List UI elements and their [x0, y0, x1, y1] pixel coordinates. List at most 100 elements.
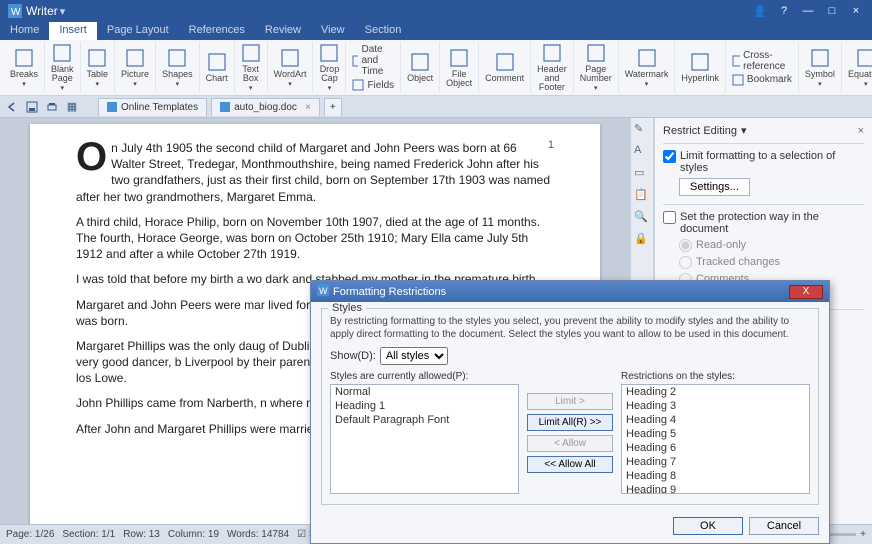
ribbon-bookmark[interactable]: Bookmark: [732, 73, 792, 87]
set-protection-checkbox[interactable]: Set the protection way in the document: [663, 211, 864, 235]
menu-tab-references[interactable]: References: [179, 22, 255, 40]
side-select-icon[interactable]: ▭: [634, 166, 650, 182]
menu-tab-insert[interactable]: Insert: [49, 22, 97, 40]
ribbon-icon: [207, 52, 227, 72]
ribbon-cross-reference[interactable]: Cross-reference: [732, 49, 792, 73]
list-item[interactable]: Heading 1: [331, 399, 518, 413]
list-item[interactable]: Heading 5: [622, 427, 809, 441]
show-label: Show(D):: [330, 350, 376, 362]
list-item[interactable]: Heading 2: [622, 385, 809, 399]
show-dropdown[interactable]: All styles: [380, 347, 448, 365]
side-clipboard-icon[interactable]: 📋: [634, 188, 650, 204]
ribbon-picture[interactable]: Picture ▾: [115, 42, 156, 93]
dialog-close-button[interactable]: X: [789, 285, 823, 299]
ribbon-table[interactable]: Table ▾: [81, 42, 116, 93]
page-number: 1: [548, 138, 554, 153]
window-minimize[interactable]: —: [796, 5, 820, 17]
user-icon[interactable]: 👤: [748, 5, 772, 18]
side-style-icon[interactable]: ✎: [634, 122, 650, 138]
status-section: Section: 1/1: [62, 529, 115, 540]
settings-button[interactable]: Settings...: [679, 178, 750, 196]
status-col: Column: 19: [168, 529, 219, 540]
ribbon-hyperlink[interactable]: Hyperlink: [675, 42, 726, 93]
app-dropdown-icon[interactable]: ▾: [60, 5, 66, 18]
ok-button[interactable]: OK: [673, 517, 743, 535]
ribbon-breaks[interactable]: Breaks ▾: [4, 42, 45, 93]
list-item[interactable]: Heading 4: [622, 413, 809, 427]
ribbon-blank[interactable]: BlankPage ▾: [45, 42, 81, 93]
ribbon-icon: [410, 52, 430, 72]
ribbon-object[interactable]: Object: [401, 42, 440, 93]
ribbon-chart[interactable]: Chart: [200, 42, 235, 93]
menu-tab-view[interactable]: View: [311, 22, 355, 40]
allow-all-button[interactable]: << Allow All: [527, 456, 613, 473]
menu-tab-section[interactable]: Section: [355, 22, 412, 40]
close-tab-icon[interactable]: ×: [305, 102, 311, 113]
status-row: Row: 13: [123, 529, 160, 540]
paragraph[interactable]: On July 4th 1905 the second child of Mar…: [76, 140, 554, 205]
ribbon-text-box[interactable]: Text Box ▾: [235, 42, 268, 93]
ribbon-small-group: Cross-referenceBookmark: [726, 42, 799, 93]
list-item[interactable]: Heading 8: [622, 469, 809, 483]
panel-close-icon[interactable]: ×: [858, 125, 864, 137]
protection-radio-read-only: Read-only: [679, 239, 864, 252]
ribbon-icon: [542, 43, 562, 63]
dialog-group-label: Styles: [328, 302, 366, 314]
list-item[interactable]: Default Paragraph Font: [331, 413, 518, 427]
ribbon-icon: [495, 52, 515, 72]
menu-tab-home[interactable]: Home: [0, 22, 49, 40]
ribbon-header-and[interactable]: Header andFooter: [531, 42, 574, 93]
allow-button[interactable]: < Allow: [527, 435, 613, 452]
limit-button[interactable]: Limit >: [527, 393, 613, 410]
limit-all-button[interactable]: Limit All(R) >>: [527, 414, 613, 431]
add-tab-button[interactable]: +: [324, 98, 342, 116]
side-search-icon[interactable]: 🔍: [634, 210, 650, 226]
list-item[interactable]: Normal: [331, 385, 518, 399]
list-item[interactable]: Heading 3: [622, 399, 809, 413]
ribbon-icon: [319, 43, 339, 63]
window-close[interactable]: ×: [844, 5, 868, 17]
qa-preview-icon[interactable]: ▦: [64, 99, 80, 115]
ribbon-equation[interactable]: Equation ▾: [842, 42, 872, 93]
qa-save-icon[interactable]: [24, 99, 40, 115]
ribbon-date-and-time[interactable]: Date and Time: [352, 43, 394, 78]
doc-tab[interactable]: Online Templates: [98, 98, 207, 116]
protection-radio-tracked-changes: Tracked changes: [679, 256, 864, 269]
ribbon-wordart[interactable]: WordArt ▾: [268, 42, 314, 93]
help-icon[interactable]: ?: [772, 5, 796, 17]
side-font-icon[interactable]: A: [634, 144, 650, 160]
cancel-button[interactable]: Cancel: [749, 517, 819, 535]
limit-formatting-checkbox[interactable]: Limit formatting to a selection of style…: [663, 150, 864, 174]
ribbon-small-group: Date and TimeFields: [346, 42, 401, 93]
ribbon-shapes[interactable]: Shapes ▾: [156, 42, 200, 93]
list-item[interactable]: Heading 6: [622, 441, 809, 455]
side-restrict-icon[interactable]: 🔒: [634, 232, 650, 248]
ribbon-drop-cap[interactable]: Drop Cap ▾: [313, 42, 346, 93]
ribbon-icon: [52, 43, 72, 63]
window-maximize[interactable]: □: [820, 5, 844, 17]
ribbon-page[interactable]: PageNumber ▾: [574, 42, 619, 93]
qa-print-icon[interactable]: [44, 99, 60, 115]
ribbon-symbol[interactable]: Symbol ▾: [799, 42, 842, 93]
svg-text:W: W: [319, 286, 328, 296]
restricted-label: Restrictions on the styles:: [621, 371, 810, 382]
ribbon-icon: [810, 48, 830, 68]
title-bar: W Writer ▾ 👤 ? — □ ×: [0, 0, 872, 22]
allowed-styles-list[interactable]: NormalHeading 1Default Paragraph Font: [330, 384, 519, 494]
list-item[interactable]: Heading 9: [622, 483, 809, 494]
menu-tab-page-layout[interactable]: Page Layout: [97, 22, 179, 40]
ribbon-file-object[interactable]: File Object: [440, 42, 479, 93]
ribbon-fields[interactable]: Fields: [352, 78, 394, 92]
ribbon-icon: [586, 43, 606, 63]
restricted-styles-list[interactable]: Heading 2Heading 3Heading 4Heading 5Head…: [621, 384, 810, 494]
list-item[interactable]: Heading 7: [622, 455, 809, 469]
menu-tab-review[interactable]: Review: [255, 22, 311, 40]
ribbon-comment[interactable]: Comment: [479, 42, 531, 93]
ribbon-watermark[interactable]: Watermark ▾: [619, 42, 676, 93]
allowed-label: Styles are currently allowed(P):: [330, 371, 519, 382]
qa-undo-icon[interactable]: [4, 99, 20, 115]
doc-tab[interactable]: auto_biog.doc×: [211, 98, 320, 116]
drop-cap: O: [76, 140, 111, 174]
ribbon-icon: [856, 48, 872, 68]
paragraph[interactable]: A third child, Horace Philip, born on No…: [76, 214, 554, 263]
